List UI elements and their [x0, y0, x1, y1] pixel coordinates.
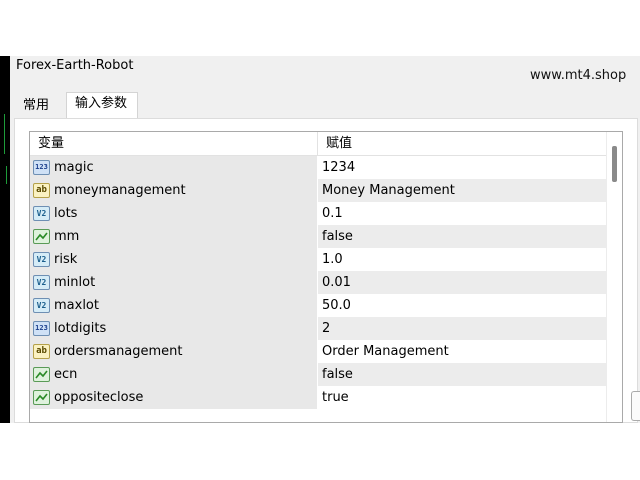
- bool-type-icon: [33, 367, 50, 382]
- vertical-scrollbar[interactable]: [606, 132, 622, 422]
- variable-name: maxlot: [54, 298, 99, 313]
- column-header-variable[interactable]: 变量: [30, 132, 318, 156]
- bottom-background: [0, 423, 640, 480]
- double-type-icon: V2: [33, 275, 50, 290]
- string-type-icon: ab: [33, 183, 50, 198]
- variable-cell: V2 maxlot: [30, 294, 318, 317]
- table-header: 变量 赋值: [30, 132, 608, 156]
- variable-cell: V2 lots: [30, 202, 318, 225]
- tab-common[interactable]: 常用: [14, 94, 64, 118]
- value-cell[interactable]: 0.1: [318, 202, 608, 225]
- value-cell[interactable]: Order Management: [318, 340, 608, 363]
- variable-name: ordersmanagement: [54, 344, 183, 359]
- value-cell[interactable]: 2: [318, 317, 608, 340]
- table-row[interactable]: ecn false: [30, 363, 608, 386]
- table-row[interactable]: V2 maxlot 50.0: [30, 294, 608, 317]
- inputs-panel: 变量 赋值 123 magic 1234 ab moneymanagement: [14, 118, 640, 465]
- double-type-icon: V2: [33, 206, 50, 221]
- variable-cell: oppositeclose: [30, 386, 318, 409]
- variable-name: oppositeclose: [54, 390, 144, 405]
- table-row[interactable]: mm false: [30, 225, 608, 248]
- expert-properties-dialog: Forex-Earth-Robot www.mt4.shop 常用 输入参数 变…: [10, 56, 640, 465]
- chart-edge: [0, 56, 10, 423]
- table-row[interactable]: V2 minlot 0.01: [30, 271, 608, 294]
- top-background: [0, 0, 640, 56]
- int-type-icon: 123: [33, 321, 50, 336]
- variable-cell: 123 lotdigits: [30, 317, 318, 340]
- bool-type-icon: [33, 229, 50, 244]
- double-type-icon: V2: [33, 252, 50, 267]
- variable-name: magic: [54, 160, 94, 175]
- value-cell[interactable]: Money Management: [318, 179, 608, 202]
- chart-line: [6, 166, 7, 184]
- table-row[interactable]: oppositeclose true: [30, 386, 608, 409]
- watermark: www.mt4.shop: [530, 68, 627, 83]
- string-type-icon: ab: [33, 344, 50, 359]
- table-row[interactable]: 123 lotdigits 2: [30, 317, 608, 340]
- value-cell[interactable]: 1.0: [318, 248, 608, 271]
- variable-name: lots: [54, 206, 78, 221]
- table-body: 123 magic 1234 ab moneymanagement Money …: [30, 156, 608, 409]
- chart-line: [4, 114, 5, 154]
- dialog-title: Forex-Earth-Robot: [16, 58, 134, 73]
- variable-name: ecn: [54, 367, 78, 382]
- variable-cell: ab ordersmanagement: [30, 340, 318, 363]
- table-row[interactable]: V2 risk 1.0: [30, 248, 608, 271]
- variable-name: risk: [54, 252, 78, 267]
- value-cell[interactable]: 0.01: [318, 271, 608, 294]
- value-cell[interactable]: true: [318, 386, 608, 409]
- variable-cell: V2 minlot: [30, 271, 318, 294]
- scrollbar-thumb[interactable]: [612, 146, 617, 182]
- value-cell[interactable]: false: [318, 363, 608, 386]
- variable-name: moneymanagement: [54, 183, 186, 198]
- bool-type-icon: [33, 390, 50, 405]
- parameters-table: 变量 赋值 123 magic 1234 ab moneymanagement: [29, 131, 623, 423]
- variable-cell: ecn: [30, 363, 318, 386]
- side-button[interactable]: [631, 391, 640, 421]
- value-cell[interactable]: 50.0: [318, 294, 608, 317]
- variable-cell: mm: [30, 225, 318, 248]
- tab-inputs[interactable]: 输入参数: [66, 92, 138, 119]
- int-type-icon: 123: [33, 160, 50, 175]
- value-cell[interactable]: 1234: [318, 156, 608, 179]
- variable-cell: 123 magic: [30, 156, 318, 179]
- double-type-icon: V2: [33, 298, 50, 313]
- variable-cell: ab moneymanagement: [30, 179, 318, 202]
- table-row[interactable]: ab ordersmanagement Order Management: [30, 340, 608, 363]
- variable-name: minlot: [54, 275, 96, 290]
- table-row[interactable]: V2 lots 0.1: [30, 202, 608, 225]
- variable-name: mm: [54, 229, 80, 244]
- value-cell[interactable]: false: [318, 225, 608, 248]
- variable-name: lotdigits: [54, 321, 107, 336]
- table-row[interactable]: 123 magic 1234: [30, 156, 608, 179]
- variable-cell: V2 risk: [30, 248, 318, 271]
- column-header-value[interactable]: 赋值: [318, 132, 608, 156]
- table-row[interactable]: ab moneymanagement Money Management: [30, 179, 608, 202]
